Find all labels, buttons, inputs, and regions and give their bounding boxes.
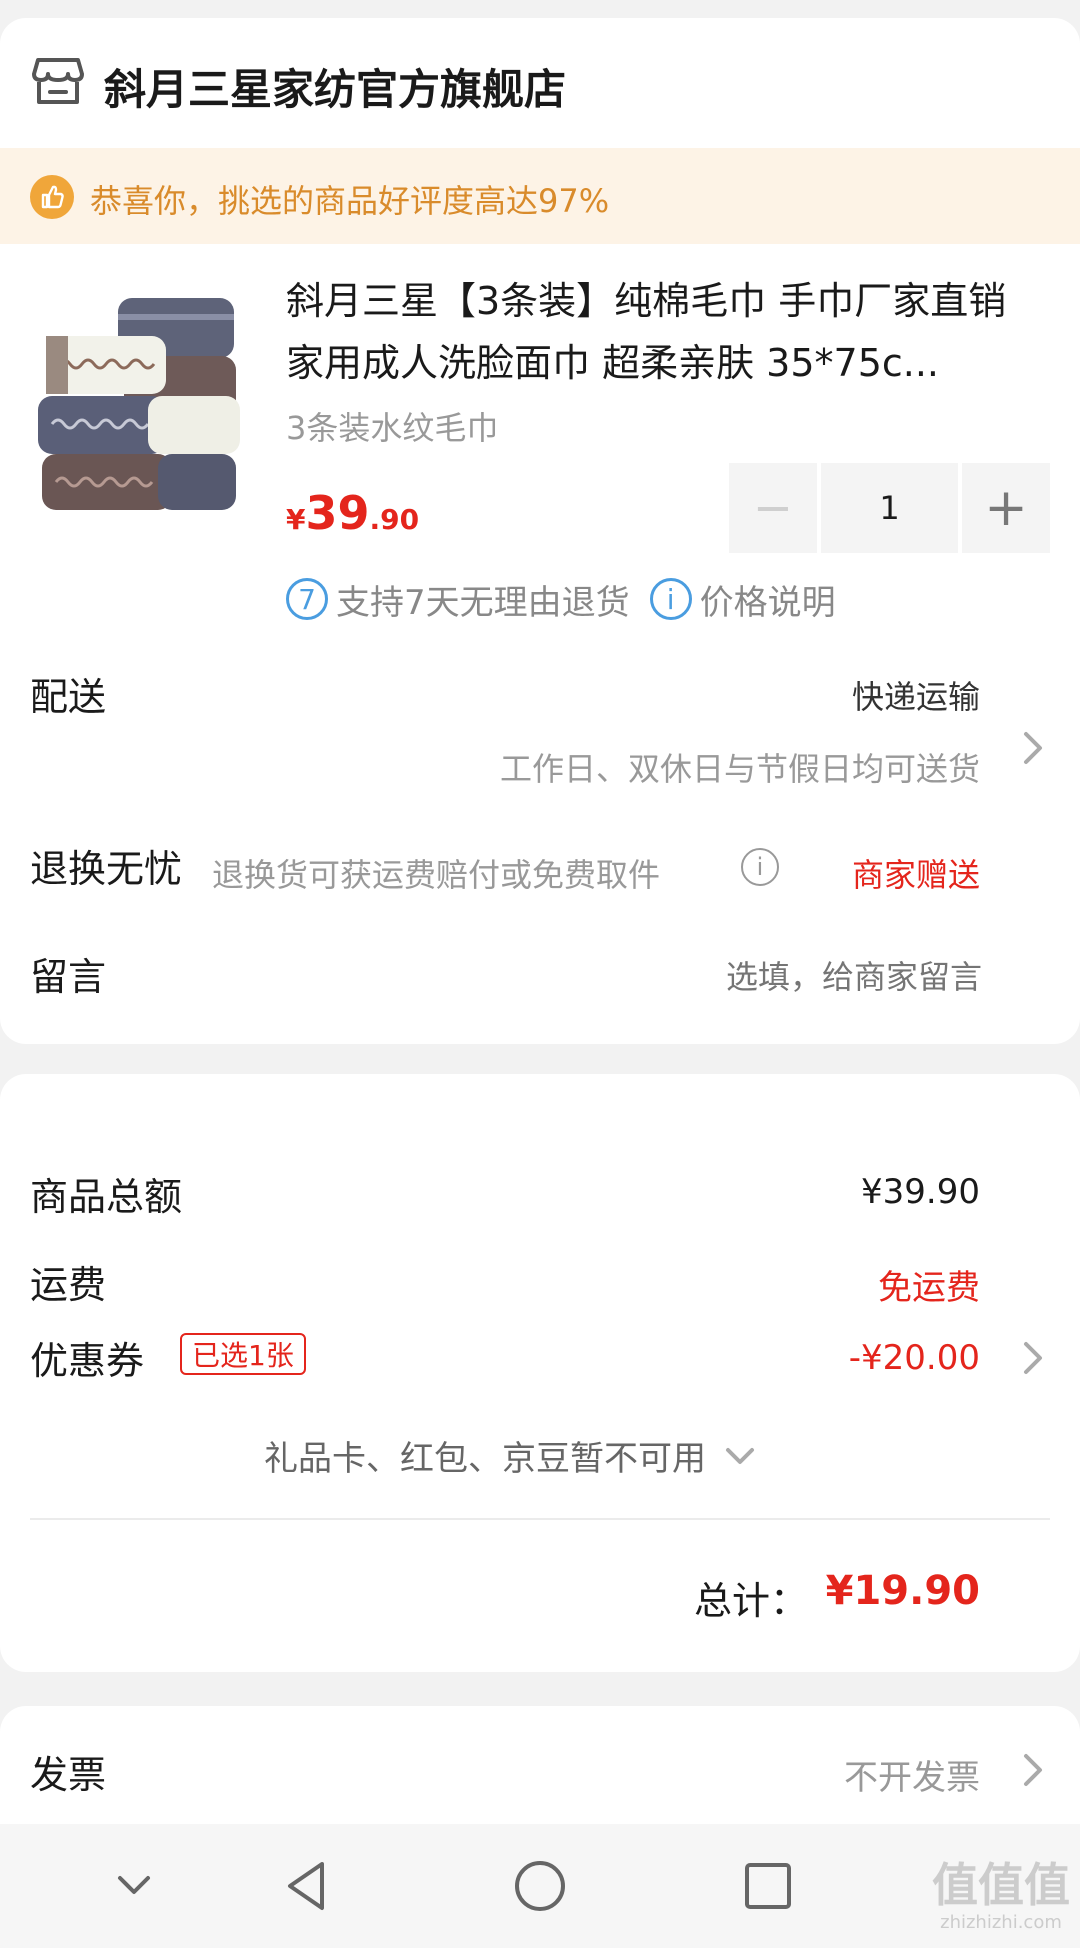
price-currency: ¥: [286, 503, 306, 536]
store-name[interactable]: 斜月三星家纺官方旗舰店: [104, 56, 566, 117]
returns-desc: 退换货可获运费赔付或免费取件: [212, 856, 661, 894]
quantity-stepper: − 1 +: [729, 463, 1050, 553]
message-label: 留言: [30, 955, 107, 999]
guarantee-row: 7 支持7天无理由退货 i 价格说明: [286, 574, 836, 624]
totals-card: 商品总额 ¥39.90 运费 免运费 优惠券 已选1张 -¥20.00 礼品卡、…: [0, 1074, 1080, 1672]
store-icon: [32, 58, 84, 104]
returns-value: 商家赠送: [851, 856, 980, 894]
unavailable-payments[interactable]: 礼品卡、红包、京豆暂不可用: [264, 1431, 760, 1480]
invoice-value[interactable]: 不开发票: [844, 1750, 980, 1799]
chevron-right-icon[interactable]: [1012, 1336, 1052, 1380]
coupon-selected-badge: 已选1张: [180, 1333, 306, 1375]
product-price: ¥39.90: [286, 486, 419, 540]
product-title[interactable]: 斜月三星【3条装】纯棉毛巾 手巾厂家直销 家用成人洗脸面巾 超柔亲肤 35*75…: [286, 270, 1046, 394]
chevron-right-icon[interactable]: [1012, 726, 1052, 770]
shipping-label: 运费: [30, 1263, 107, 1307]
store-header[interactable]: 斜月三星家纺官方旗舰店: [0, 18, 1080, 148]
rating-text: 恭喜你，挑选的商品好评度高达97%: [90, 182, 610, 220]
price-integer: 39: [305, 486, 370, 540]
nav-collapse-icon[interactable]: [102, 1854, 166, 1918]
chevron-right-icon[interactable]: [1012, 1748, 1052, 1792]
watermark-logo: 值值值: [932, 1858, 1070, 1912]
price-info-link[interactable]: 价格说明: [700, 575, 836, 624]
delivery-label: 配送: [30, 675, 107, 719]
seven-day-return-icon: 7: [286, 578, 328, 620]
order-store-card: 斜月三星家纺官方旗舰店 恭喜你，挑选的商品好评度高达97% 斜月三星【3条装】纯…: [0, 18, 1080, 1044]
watermark: 值值值 zhizhizhi.com: [932, 1862, 1070, 1932]
product-image[interactable]: [28, 286, 252, 522]
message-input[interactable]: [622, 958, 982, 996]
grand-total-value: ¥19.90: [825, 1568, 980, 1614]
chevron-down-icon: [726, 1447, 754, 1464]
plus-icon[interactable]: +: [962, 463, 1050, 553]
price-decimal: .90: [369, 503, 420, 536]
coupon-value[interactable]: -¥20.00: [849, 1338, 980, 1378]
info-icon: i: [649, 578, 692, 620]
grand-total-label: 总计：: [693, 1579, 808, 1623]
nav-back-icon[interactable]: [276, 1854, 340, 1918]
watermark-url: zhizhizhi.com: [940, 1912, 1062, 1933]
invoice-label: 发票: [30, 1753, 107, 1797]
shipping-value: 免运费: [878, 1268, 980, 1308]
nav-home-icon[interactable]: [508, 1854, 572, 1918]
goods-total-label: 商品总额: [30, 1175, 183, 1219]
goods-total-value: ¥39.90: [861, 1172, 980, 1212]
nav-recents-icon[interactable]: [736, 1854, 800, 1918]
rating-banner: 恭喜你，挑选的商品好评度高达97%: [0, 148, 1080, 244]
unavailable-text: 礼品卡、红包、京豆暂不可用: [264, 1439, 706, 1479]
seven-day-return-text[interactable]: 支持7天无理由退货: [336, 575, 630, 624]
quantity-value[interactable]: 1: [821, 463, 958, 553]
product-spec[interactable]: 3条装水纹毛巾: [286, 403, 498, 449]
returns-label: 退换无忧: [30, 847, 183, 891]
divider: [30, 1518, 1050, 1520]
delivery-note[interactable]: 工作日、双休日与节假日均可送货: [500, 744, 980, 790]
delivery-method[interactable]: 快递运输: [852, 672, 980, 718]
system-nav-bar: [0, 1824, 1080, 1948]
minus-icon[interactable]: −: [729, 463, 817, 553]
thumbs-up-icon: [30, 175, 74, 219]
coupon-label: 优惠券: [30, 1339, 145, 1383]
info-icon[interactable]: i: [741, 848, 779, 886]
